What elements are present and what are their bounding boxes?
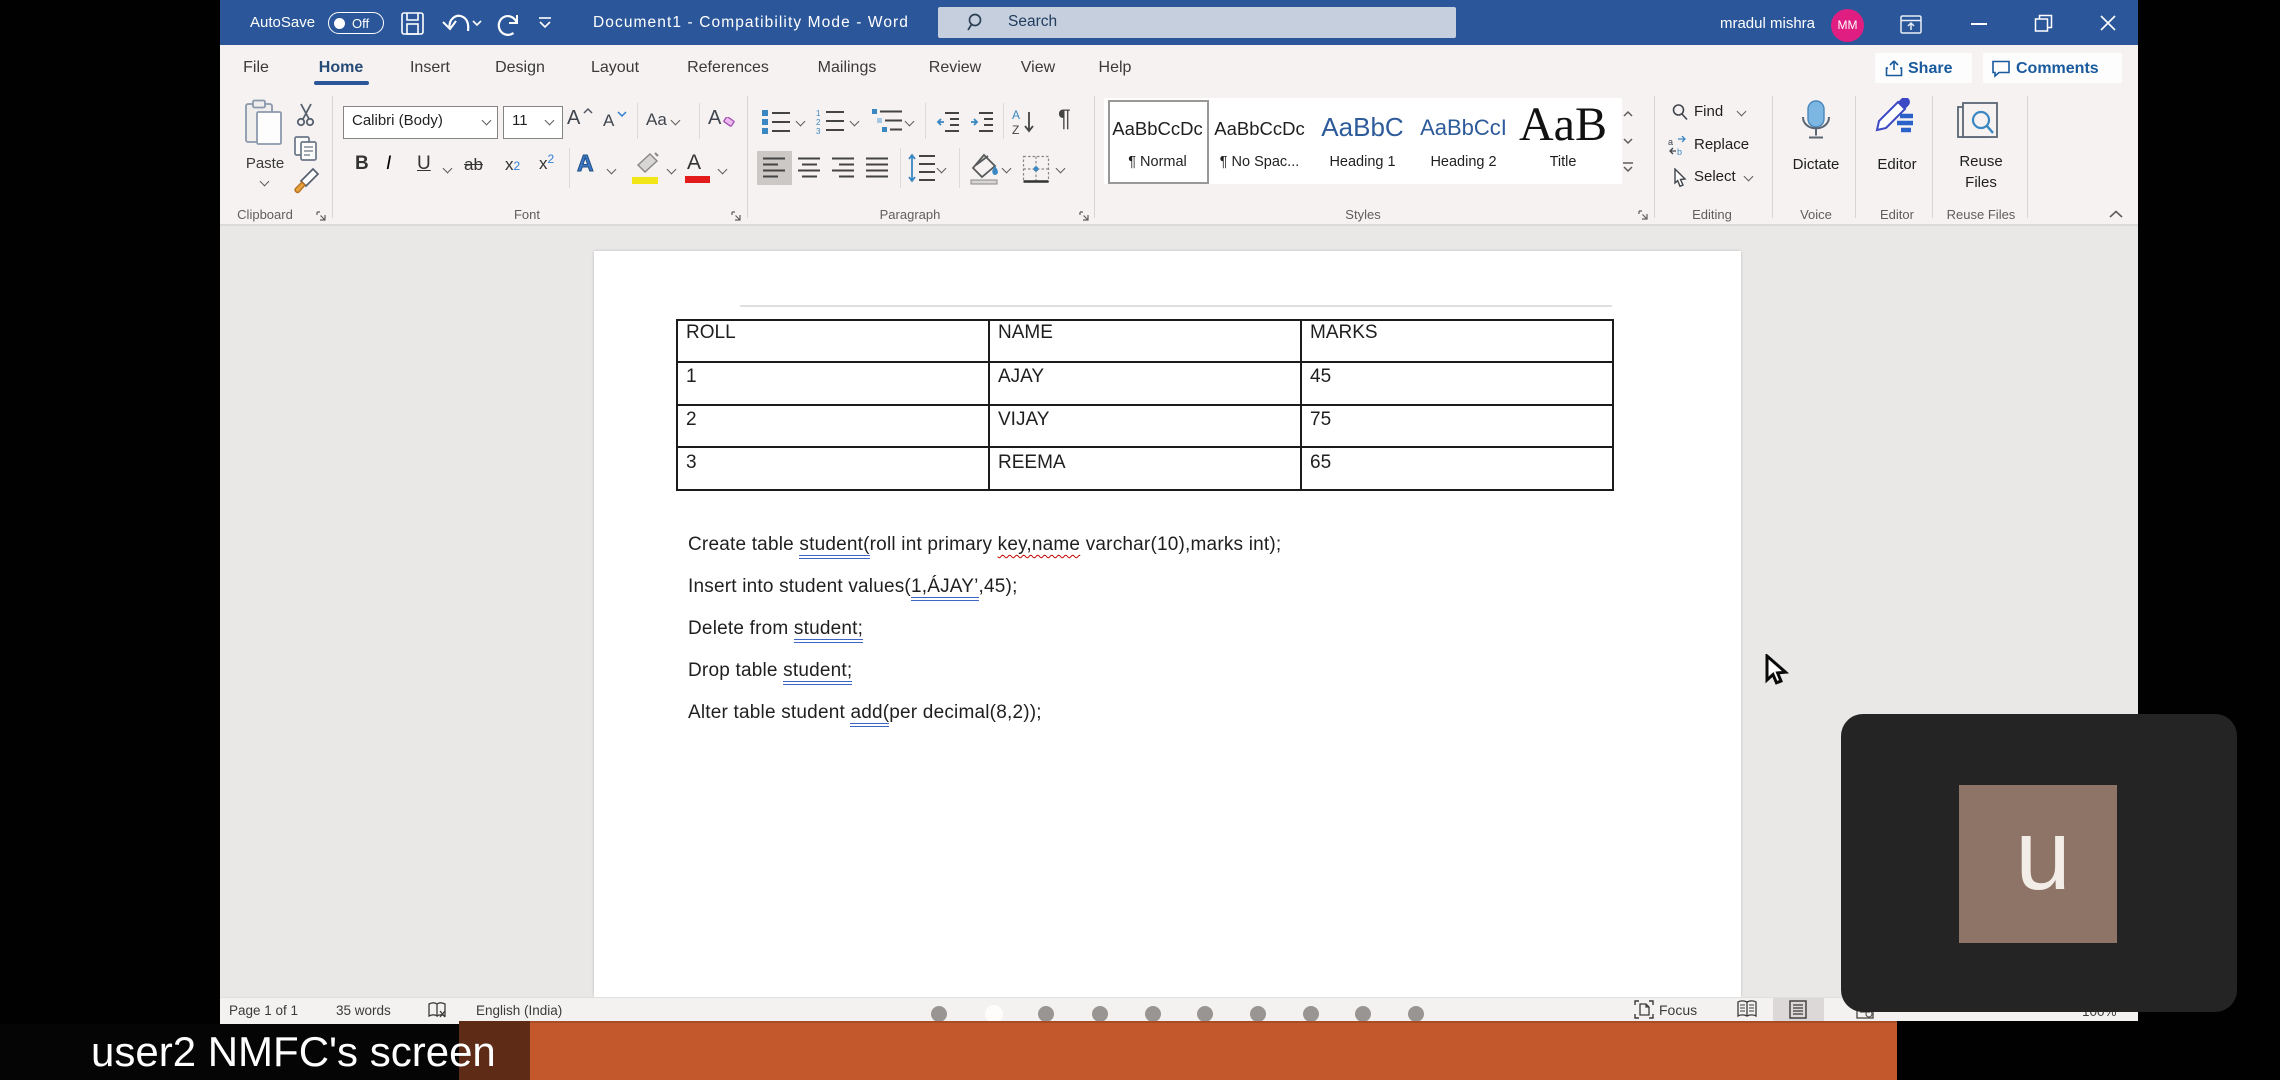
svg-text:A: A bbox=[1012, 108, 1020, 122]
svg-text:a: a bbox=[1668, 137, 1673, 147]
svg-text:2: 2 bbox=[816, 118, 821, 127]
svg-text:3: 3 bbox=[816, 127, 821, 135]
svg-text:Z: Z bbox=[1012, 123, 1019, 136]
svg-text:1: 1 bbox=[816, 109, 821, 118]
svg-text:b: b bbox=[1677, 147, 1682, 155]
